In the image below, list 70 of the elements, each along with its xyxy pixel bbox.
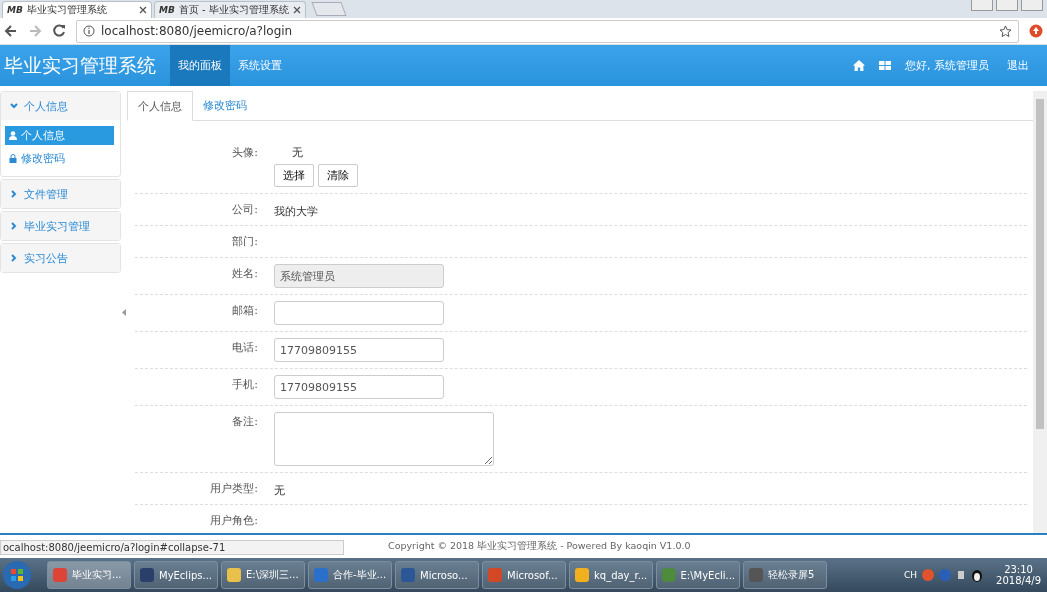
taskbar-button[interactable]: E:\MyEcli... [656, 561, 740, 589]
user-greeting[interactable]: 您好, 系统管理员 [905, 45, 1007, 86]
sidebar-group-header[interactable]: 实习公告 [1, 244, 120, 272]
field-label: 姓名: [231, 266, 258, 282]
favicon: MB [7, 5, 23, 15]
field-value: 无 [291, 145, 304, 160]
sidebar-item[interactable]: 修改密码 [5, 149, 114, 168]
grid-icon [879, 61, 891, 70]
taskbar-button[interactable]: Microsof... [482, 561, 566, 589]
taskbar-button[interactable]: 轻松录屏5 [743, 561, 827, 589]
taskbar-button[interactable]: 毕业实习... [47, 561, 131, 589]
nav-tab[interactable]: 我的面板 [170, 45, 230, 86]
field-value: 无 [274, 483, 285, 498]
status-url: ocalhost:8080/jeemicro/a?login#collapse-71 [0, 540, 344, 555]
info-icon [83, 25, 95, 37]
nav-tab[interactable]: 系统设置 [230, 45, 290, 86]
user-icon [9, 131, 17, 140]
taskbar-button[interactable]: 合作-毕业... [308, 561, 392, 589]
form-button[interactable]: 清除 [318, 164, 358, 187]
tab-title: 首页 - 毕业实习管理系统 [178, 3, 289, 17]
chevron-right-icon [10, 254, 18, 262]
field-label: 手机: [231, 377, 258, 393]
reload-icon [52, 24, 66, 38]
browser-tab[interactable]: MB 首页 - 毕业实习管理系统 [154, 1, 306, 18]
lock-icon [9, 154, 17, 163]
field-label: 头像: [231, 145, 258, 161]
taskbar-button[interactable]: Microso... [395, 561, 479, 589]
taskbar-button[interactable]: MyEclips... [134, 561, 218, 589]
tab-title: 毕业实习管理系统 [26, 3, 108, 17]
star-icon [999, 24, 1012, 38]
field-label: 公司: [231, 202, 258, 218]
field-label: 部门: [231, 234, 258, 250]
content-tab[interactable]: 修改密码 [193, 91, 257, 120]
favicon: MB [159, 5, 175, 15]
logout-link[interactable]: 退出 [1007, 45, 1047, 86]
field-value: 我的大学 [274, 204, 318, 219]
collapse-arrow-icon [122, 308, 126, 316]
content-tab[interactable]: 个人信息 [127, 91, 193, 121]
input-field[interactable]: 17709809155 [274, 338, 444, 362]
app-title: 毕业实习管理系统 [3, 52, 157, 78]
language-indicator[interactable]: CH [904, 570, 918, 580]
sidebar-group-header[interactable]: 文件管理 [1, 180, 120, 208]
scrollbar[interactable] [1033, 91, 1047, 533]
taskbar-button[interactable]: kq_day_r... [569, 561, 653, 589]
address-field[interactable]: localhost:8080/jeemicro/a?login [76, 19, 1019, 43]
text-area[interactable] [274, 412, 494, 466]
field-label: 电话: [231, 340, 258, 356]
input-field[interactable]: 17709809155 [274, 375, 444, 399]
chevron-right-icon [10, 222, 18, 230]
input-field[interactable] [274, 301, 444, 325]
field-label: 备注: [231, 414, 258, 430]
taskbar-button[interactable]: E:\深圳三... [221, 561, 305, 589]
chevron-right-icon [10, 190, 18, 198]
browser-tab[interactable]: MB 毕业实习管理系统 [2, 1, 152, 18]
back-icon [4, 24, 18, 38]
chevron-down-icon [10, 102, 18, 110]
sidebar-group-header[interactable]: 毕业实习管理 [1, 212, 120, 240]
field-label: 用户角色: [209, 513, 258, 529]
sidebar-group-header[interactable]: 个人信息 [1, 92, 120, 120]
clock[interactable]: 23:10 2018/4/9 [996, 564, 1041, 586]
copyright-text: Copyright © 2018 毕业实习管理系统 - Powered By kaoqin V1.0.0 [388, 540, 691, 553]
extension-icon [1029, 24, 1043, 38]
sidebar-item[interactable]: 个人信息 [5, 126, 114, 145]
penguin-icon [971, 568, 984, 582]
form-button[interactable]: 选择 [274, 164, 314, 187]
forward-icon [28, 24, 42, 38]
field-label: 邮箱: [231, 303, 258, 319]
home-icon [853, 60, 865, 71]
field-label: 用户类型: [209, 481, 258, 497]
new-tab-button[interactable] [311, 2, 347, 16]
